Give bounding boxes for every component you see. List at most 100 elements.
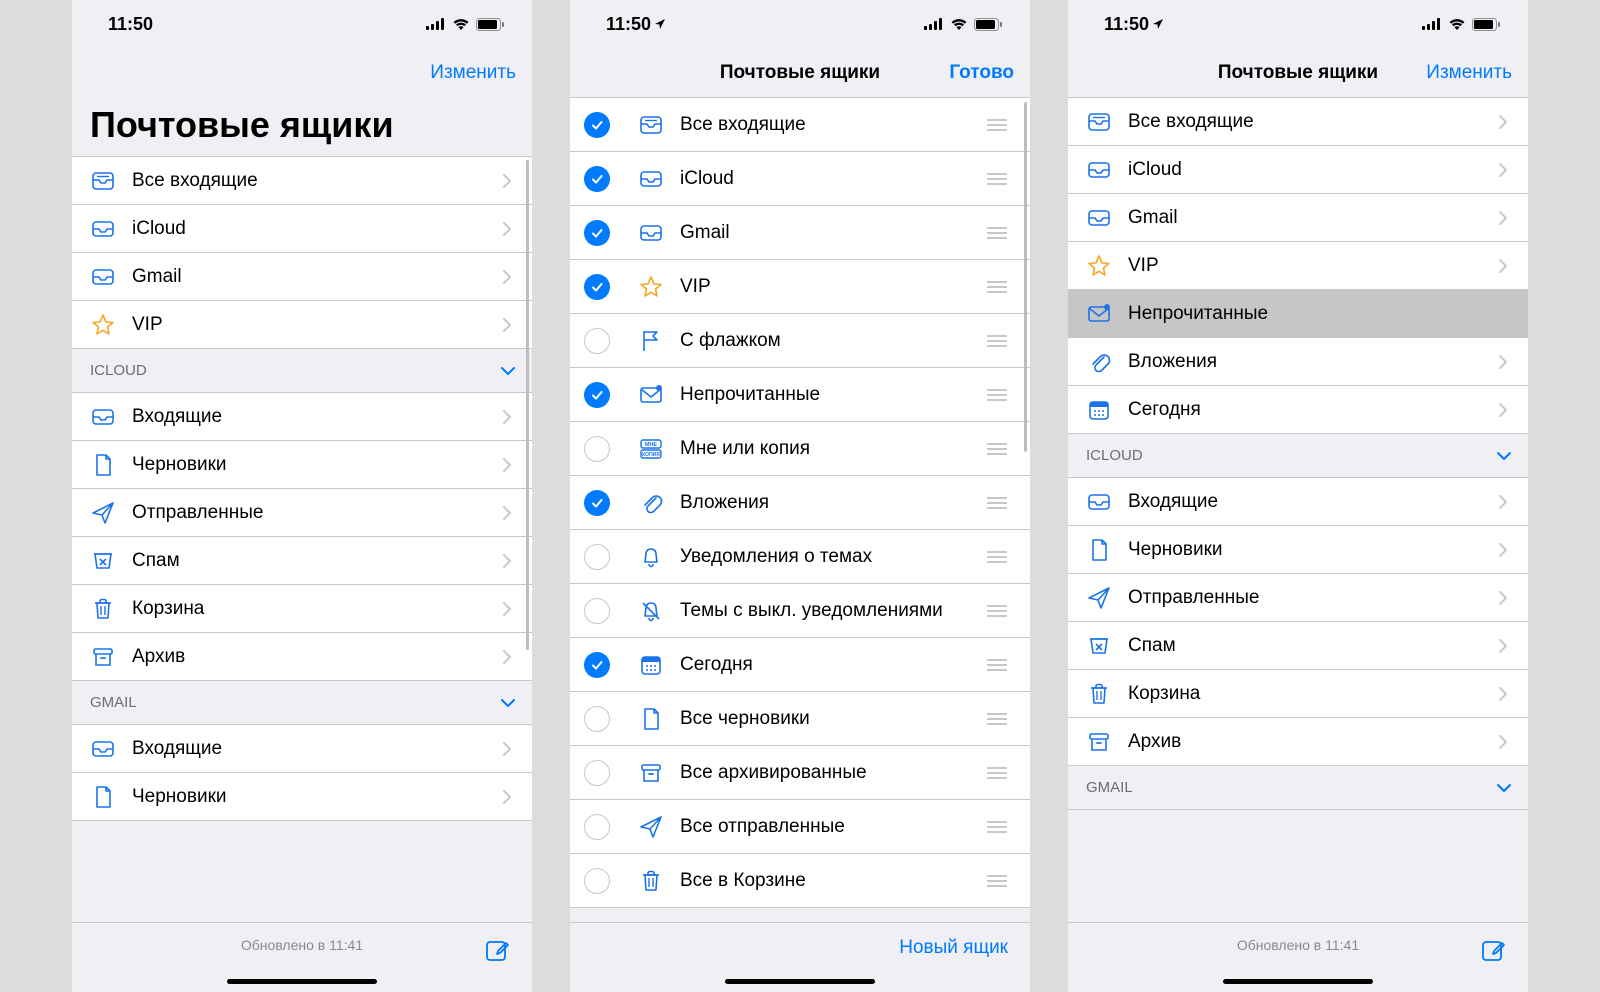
checkbox-unchecked[interactable] — [584, 868, 610, 894]
checkbox-checked[interactable] — [584, 220, 610, 246]
compose-button[interactable] — [484, 937, 510, 963]
reorder-handle-icon[interactable] — [986, 712, 1008, 726]
mailbox-list[interactable]: Все входящиеiCloudGmailVIPНепрочитанныеВ… — [1068, 98, 1528, 922]
checkbox-unchecked[interactable] — [584, 436, 610, 462]
new-mailbox-button[interactable]: Новый ящик — [899, 937, 1008, 959]
mailbox-row[interactable]: Входящие — [72, 725, 532, 773]
mailbox-row[interactable]: iCloud — [1068, 146, 1528, 194]
checkbox-unchecked[interactable] — [584, 598, 610, 624]
mailbox-label: Черновики — [132, 786, 502, 808]
mailbox-list[interactable]: Все входящиеiCloudGmailVIPiCloudВходящие… — [72, 156, 532, 922]
checkbox-unchecked[interactable] — [584, 544, 610, 570]
section-title: Gmail — [1086, 779, 1133, 796]
checkbox-checked[interactable] — [584, 274, 610, 300]
reorder-handle-icon[interactable] — [986, 280, 1008, 294]
mailbox-label: Все архивированные — [680, 762, 986, 784]
nav-edit-button[interactable]: Изменить — [1426, 62, 1512, 84]
battery-icon — [476, 18, 504, 31]
mailbox-edit-row[interactable]: VIP — [570, 260, 1030, 314]
reorder-handle-icon[interactable] — [986, 550, 1008, 564]
scroll-indicator — [1024, 102, 1027, 452]
mailbox-row[interactable]: Сегодня — [1068, 386, 1528, 434]
mailbox-edit-row[interactable]: Gmail — [570, 206, 1030, 260]
mailbox-label: Все входящие — [132, 170, 502, 192]
mailbox-row[interactable]: iCloud — [72, 205, 532, 253]
mailbox-row[interactable]: VIP — [72, 301, 532, 349]
mailbox-row[interactable]: Отправленные — [72, 489, 532, 537]
checkbox-checked[interactable] — [584, 490, 610, 516]
mailbox-row[interactable]: Gmail — [1068, 194, 1528, 242]
reorder-handle-icon[interactable] — [986, 820, 1008, 834]
reorder-handle-icon[interactable] — [986, 388, 1008, 402]
mailbox-row[interactable]: Спам — [72, 537, 532, 585]
mailbox-row[interactable]: Gmail — [72, 253, 532, 301]
chevron-down-icon[interactable] — [1496, 451, 1512, 461]
mailbox-edit-row[interactable]: iCloud — [570, 152, 1030, 206]
chevron-down-icon[interactable] — [1496, 783, 1512, 793]
checkbox-unchecked[interactable] — [584, 760, 610, 786]
mailbox-row[interactable]: Архив — [72, 633, 532, 681]
nav-edit-button[interactable]: Изменить — [430, 62, 516, 84]
mailbox-edit-row[interactable]: Непрочитанные — [570, 368, 1030, 422]
mailbox-edit-row[interactable]: Все архивированные — [570, 746, 1030, 800]
chevron-down-icon[interactable] — [500, 698, 516, 708]
mailbox-edit-row[interactable]: Все в Корзине — [570, 854, 1030, 908]
checkbox-checked[interactable] — [584, 652, 610, 678]
mailbox-row[interactable]: Все входящие — [1068, 98, 1528, 146]
mailbox-label: Темы с выкл. уведомлениями — [680, 600, 986, 622]
section-header[interactable]: Gmail — [1068, 766, 1528, 810]
compose-button[interactable] — [1480, 937, 1506, 963]
home-indicator — [1223, 979, 1373, 984]
mailbox-row[interactable]: Все входящие — [72, 157, 532, 205]
chevron-down-icon[interactable] — [500, 366, 516, 376]
reorder-handle-icon[interactable] — [986, 442, 1008, 456]
section-header[interactable]: Gmail — [72, 681, 532, 725]
mailbox-row[interactable]: Входящие — [1068, 478, 1528, 526]
mailbox-edit-row[interactable]: Все отправленные — [570, 800, 1030, 854]
reorder-handle-icon[interactable] — [986, 118, 1008, 132]
checkbox-checked[interactable] — [584, 382, 610, 408]
mailbox-edit-row[interactable]: Темы с выкл. уведомлениями — [570, 584, 1030, 638]
mailbox-edit-row[interactable]: Уведомления о темах — [570, 530, 1030, 584]
mailbox-edit-row[interactable]: Все входящие — [570, 98, 1030, 152]
section-header[interactable]: iCloud — [72, 349, 532, 393]
reorder-handle-icon[interactable] — [986, 334, 1008, 348]
mailbox-row[interactable]: VIP — [1068, 242, 1528, 290]
mailbox-label: VIP — [132, 314, 502, 336]
mailbox-edit-row[interactable]: С флажком — [570, 314, 1030, 368]
checkbox-checked[interactable] — [584, 166, 610, 192]
mailbox-row[interactable]: Черновики — [72, 441, 532, 489]
checkbox-unchecked[interactable] — [584, 706, 610, 732]
reorder-handle-icon[interactable] — [986, 766, 1008, 780]
checkbox-unchecked[interactable] — [584, 328, 610, 354]
section-header[interactable]: iCloud — [1068, 434, 1528, 478]
mailbox-edit-row[interactable]: МНЕКОПИЯМне или копия — [570, 422, 1030, 476]
mailbox-edit-row[interactable]: Вложения — [570, 476, 1030, 530]
reorder-handle-icon[interactable] — [986, 226, 1008, 240]
mailbox-row[interactable]: Черновики — [1068, 526, 1528, 574]
mailbox-row[interactable]: Архив — [1068, 718, 1528, 766]
doc-icon — [88, 450, 118, 480]
mailbox-row[interactable]: Отправленные — [1068, 574, 1528, 622]
reorder-handle-icon[interactable] — [986, 496, 1008, 510]
mailbox-row[interactable]: Черновики — [72, 773, 532, 821]
mailbox-row[interactable]: Входящие — [72, 393, 532, 441]
mailbox-edit-row[interactable]: Все черновики — [570, 692, 1030, 746]
reorder-handle-icon[interactable] — [986, 658, 1008, 672]
reorder-handle-icon[interactable] — [986, 172, 1008, 186]
nav-done-button[interactable]: Готово — [949, 62, 1014, 84]
mailbox-row[interactable]: Спам — [1068, 622, 1528, 670]
mailbox-row[interactable]: Корзина — [1068, 670, 1528, 718]
mailbox-row[interactable]: Вложения — [1068, 338, 1528, 386]
chevron-right-icon — [1498, 354, 1508, 370]
mailbox-row[interactable]: Корзина — [72, 585, 532, 633]
mailbox-label: Архив — [132, 646, 502, 668]
toolbar: Обновлено в 11:41 — [1068, 922, 1528, 992]
mailbox-edit-list[interactable]: Все входящиеiCloudGmailVIPС флажкомНепро… — [570, 98, 1030, 922]
mailbox-row[interactable]: Непрочитанные — [1068, 290, 1528, 338]
checkbox-checked[interactable] — [584, 112, 610, 138]
reorder-handle-icon[interactable] — [986, 874, 1008, 888]
reorder-handle-icon[interactable] — [986, 604, 1008, 618]
mailbox-edit-row[interactable]: Сегодня — [570, 638, 1030, 692]
checkbox-unchecked[interactable] — [584, 814, 610, 840]
